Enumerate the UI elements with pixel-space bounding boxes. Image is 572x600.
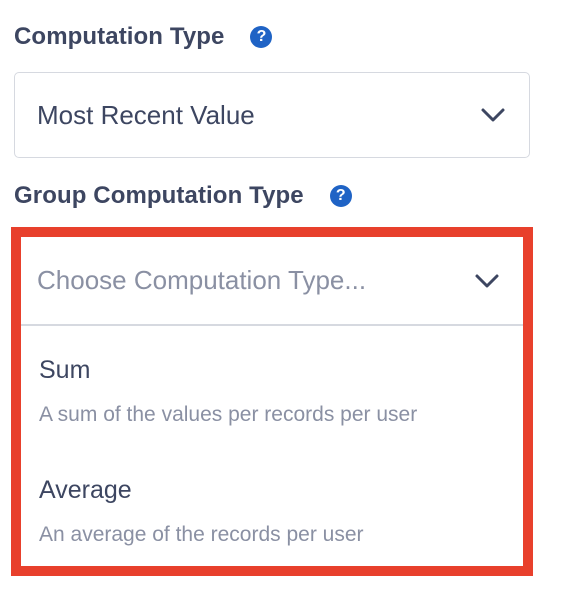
chevron-down-icon[interactable] bbox=[473, 267, 501, 295]
dropdown-menu: Sum A sum of the values per records per … bbox=[21, 329, 523, 569]
option-description: An average of the records per user bbox=[39, 523, 364, 546]
option-title: Average bbox=[39, 476, 132, 504]
highlight-frame: Choose Computation Type... Sum A sum of … bbox=[11, 227, 533, 576]
computation-type-label: Computation Type bbox=[14, 23, 225, 50]
menu-option-sum[interactable]: Sum A sum of the values per records per … bbox=[21, 329, 523, 449]
question-circle-icon[interactable]: ? bbox=[329, 185, 352, 207]
question-circle-icon[interactable]: ? bbox=[250, 26, 273, 48]
option-title: Sum bbox=[39, 356, 91, 384]
computation-type-select[interactable]: Most Recent Value bbox=[14, 72, 530, 158]
group-computation-type-select[interactable]: Choose Computation Type... bbox=[21, 237, 523, 326]
group-computation-type-placeholder: Choose Computation Type... bbox=[37, 265, 367, 295]
menu-option-average[interactable]: Average An average of the records per us… bbox=[21, 449, 523, 569]
computation-type-selected-value: Most Recent Value bbox=[37, 99, 255, 130]
chevron-down-icon[interactable] bbox=[479, 101, 507, 129]
group-computation-type-label-row: Group Computation Type ? bbox=[14, 181, 352, 211]
group-computation-type-label: Group Computation Type bbox=[14, 182, 304, 209]
computation-type-label-row: Computation Type ? bbox=[14, 22, 273, 52]
option-description: A sum of the values per records per user bbox=[39, 403, 418, 426]
